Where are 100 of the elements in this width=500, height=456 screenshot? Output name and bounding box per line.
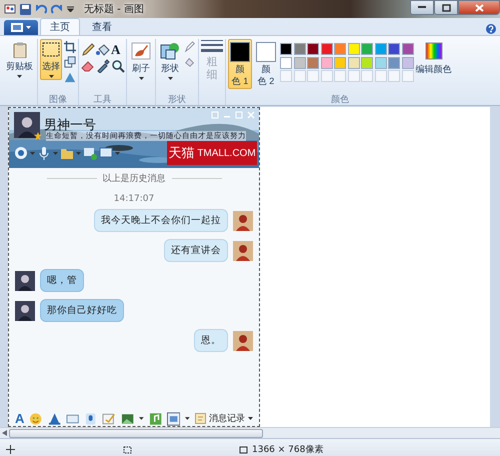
font-button[interactable]: A	[15, 411, 24, 426]
color-swatch[interactable]	[320, 56, 332, 68]
color-swatch[interactable]	[388, 43, 400, 55]
outline-icon[interactable]	[184, 41, 196, 53]
caret-icon	[168, 77, 172, 80]
brush-icon	[131, 42, 151, 60]
rotate-icon[interactable]	[64, 71, 76, 83]
resize-icon[interactable]	[64, 56, 76, 68]
frame-icon[interactable]	[66, 412, 80, 426]
ribbon-tab[interactable]: 查看	[82, 18, 122, 35]
color-swatch[interactable]	[307, 56, 319, 68]
group-label: 图像	[48, 94, 68, 105]
caret-icon	[48, 75, 54, 78]
folder-icon[interactable]	[60, 146, 74, 160]
color-swatch[interactable]	[348, 56, 360, 68]
color-swatch[interactable]	[361, 56, 373, 68]
note-icon[interactable]	[102, 412, 116, 426]
image-size-icon	[238, 444, 248, 454]
undo-icon[interactable]	[35, 4, 47, 14]
color-swatch[interactable]	[348, 43, 360, 55]
minimize-icon	[418, 6, 426, 9]
minimize-button[interactable]	[410, 0, 434, 15]
color-swatch[interactable]	[388, 56, 400, 68]
emoji-icon[interactable]	[29, 412, 43, 426]
text-tool[interactable]: A	[111, 43, 124, 57]
close-icon	[474, 4, 484, 12]
fill-icon[interactable]	[184, 56, 196, 68]
save-icon[interactable]	[20, 4, 31, 14]
color-swatch[interactable]	[320, 43, 332, 55]
color-swatch[interactable]	[374, 56, 386, 68]
color-swatch[interactable]	[307, 43, 319, 55]
line-size-icon[interactable]	[201, 39, 223, 53]
voice-icon[interactable]	[84, 412, 98, 426]
message-time: 14:17:07	[114, 194, 154, 204]
cursor-position-icon	[6, 444, 15, 454]
dropdown-icon[interactable]	[67, 6, 74, 12]
color-swatch[interactable]	[334, 56, 346, 68]
color-swatch[interactable]	[361, 43, 373, 55]
color-swatch[interactable]	[294, 56, 306, 68]
color-swatch[interactable]	[294, 43, 306, 55]
close-button[interactable]	[458, 0, 500, 15]
color-swatch[interactable]	[402, 43, 414, 55]
caret-icon	[26, 26, 31, 29]
avatar-icon[interactable]	[14, 112, 40, 138]
webcam-icon[interactable]	[14, 146, 28, 160]
file-menu-button[interactable]	[4, 20, 38, 35]
brush-button[interactable]: 刷子	[129, 39, 153, 82]
group-label: 颜色	[330, 94, 350, 105]
redo-icon[interactable]	[51, 4, 63, 14]
color-swatch[interactable]	[402, 56, 414, 68]
avatar-icon	[15, 300, 35, 320]
avatar-icon	[233, 210, 253, 230]
shapes-icon	[160, 42, 180, 60]
edit-colors-button[interactable]: 编辑颜色	[416, 39, 452, 76]
maximize-icon	[442, 4, 450, 12]
avatar-icon	[233, 330, 253, 350]
color-swatch[interactable]	[280, 43, 292, 55]
maximize-button[interactable]	[434, 0, 458, 15]
message-bubble: 还有宣讲会	[164, 239, 228, 262]
eraser-icon[interactable]	[81, 59, 95, 73]
window-icon	[11, 23, 23, 32]
image-icon[interactable]	[120, 412, 134, 426]
ribbon-tab[interactable]: 主页	[40, 18, 80, 35]
scrollbar-thumb[interactable]	[9, 428, 263, 438]
history-note[interactable]: 以上是历史消息	[102, 172, 166, 185]
color-swatch[interactable]	[374, 43, 386, 55]
color-swatch[interactable]	[334, 43, 346, 55]
color-swatch[interactable]	[280, 56, 292, 68]
shapes-button[interactable]: 形状	[158, 39, 182, 82]
message-bubble: 那你自己好好吃	[40, 299, 124, 322]
color-picker-icon[interactable]	[96, 59, 110, 73]
color-button[interactable]: 颜色 1	[228, 39, 252, 90]
fill-bucket-icon[interactable]	[96, 43, 110, 57]
pencil-icon[interactable]	[81, 43, 95, 57]
microphone-icon[interactable]	[37, 146, 51, 160]
scroll-left-icon[interactable]	[2, 430, 7, 436]
paint-icon[interactable]	[4, 3, 16, 15]
select-button[interactable]: 选择	[40, 39, 62, 80]
caret-icon	[138, 417, 144, 420]
caret-icon	[185, 417, 190, 420]
clipboard-button[interactable]: 剪贴板	[4, 39, 35, 80]
contact-name: 男神一号	[44, 117, 96, 133]
color-spectrum-icon	[424, 42, 442, 60]
ad-banner[interactable]: 天猫 TMALL.COM	[167, 141, 257, 165]
caret-icon	[138, 77, 144, 80]
caret-icon	[76, 152, 81, 154]
window-title: 无标题 - 画图	[84, 2, 144, 16]
message-history-button[interactable]: 消息记录	[195, 412, 253, 425]
message-bubble: 我今天晚上不会你们一起拉	[94, 209, 228, 232]
crop-icon[interactable]	[64, 41, 76, 53]
magnifier-icon[interactable]	[111, 59, 125, 73]
screenshot-icon[interactable]	[166, 412, 180, 426]
caret-icon	[53, 152, 58, 154]
image-size: 1366 × 768像素	[252, 444, 324, 456]
color-button[interactable]: 颜色 2	[254, 39, 278, 90]
caret-icon	[248, 417, 253, 420]
help-icon[interactable]	[486, 24, 496, 34]
remote-screen-icon[interactable]	[99, 146, 113, 160]
add-app-icon[interactable]	[83, 146, 97, 160]
note-icon	[195, 413, 206, 424]
